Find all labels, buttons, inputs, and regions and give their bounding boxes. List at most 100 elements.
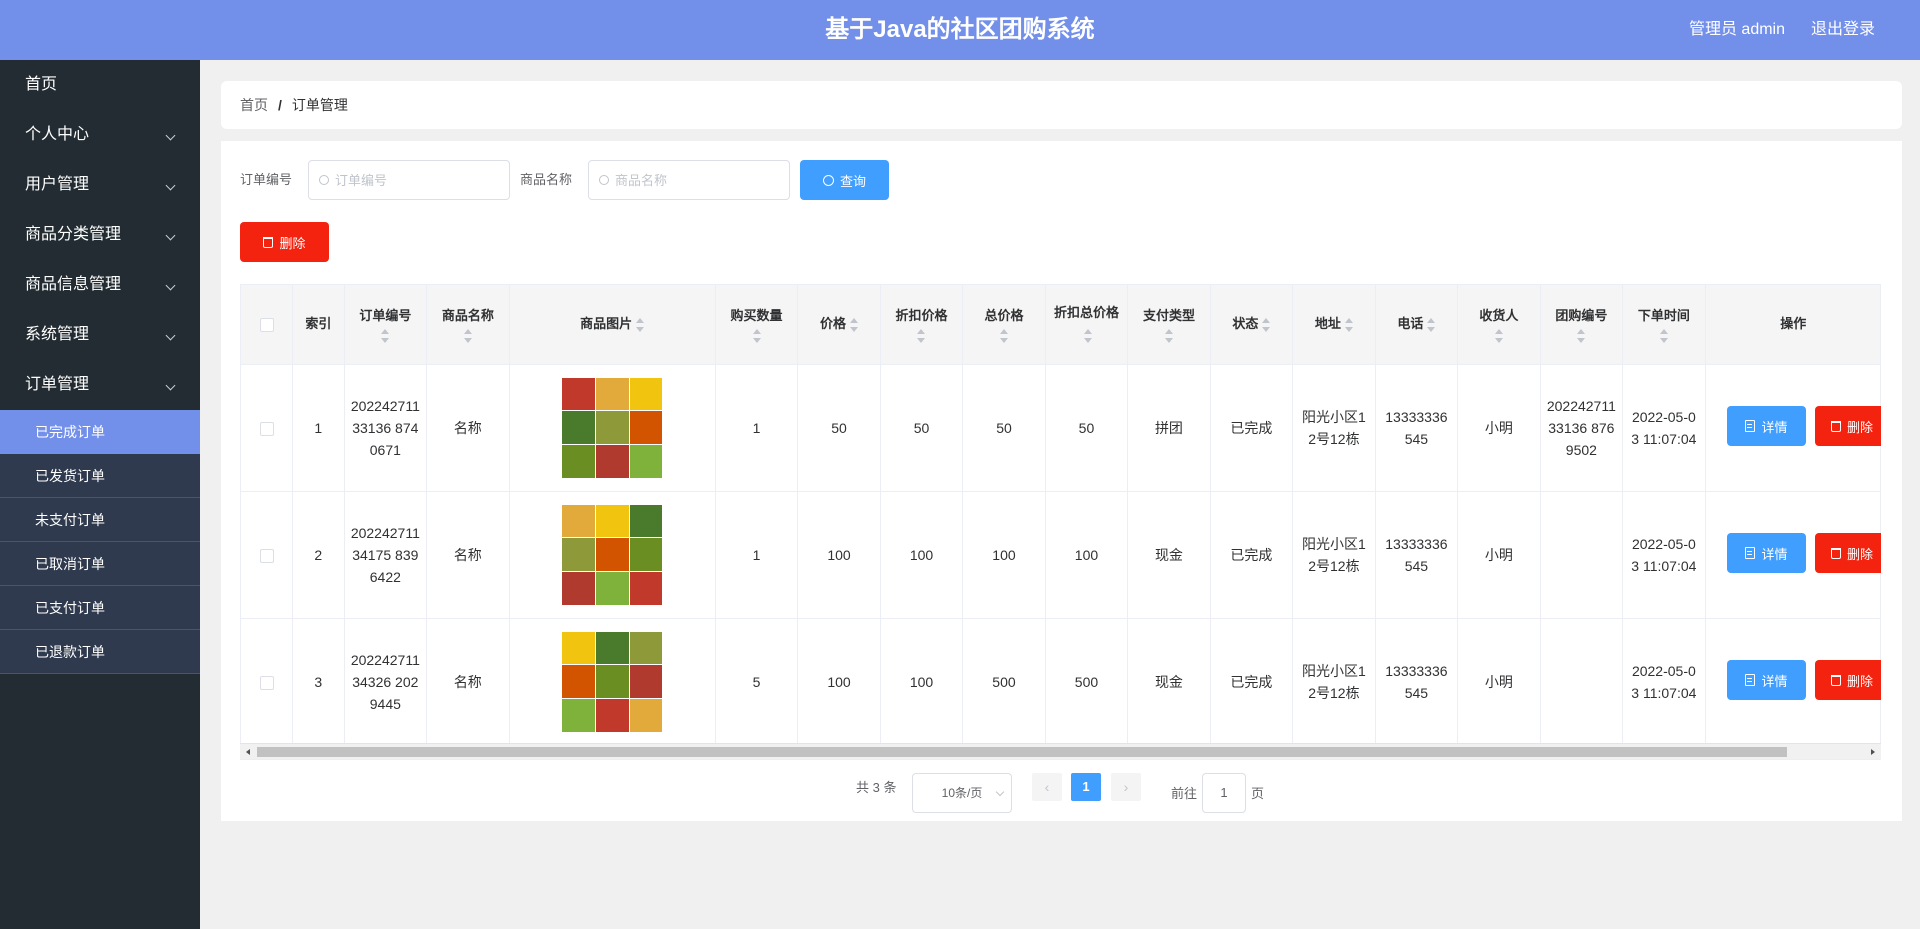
submenu-paid-orders[interactable]: 已支付订单: [0, 586, 200, 630]
scroll-left-icon[interactable]: [246, 749, 250, 755]
product-image-cell: [509, 618, 716, 746]
document-icon: [1745, 420, 1756, 432]
sort-icon: [1659, 329, 1668, 344]
total-cell: 50: [962, 364, 1046, 492]
status-cell: 已完成: [1210, 364, 1294, 492]
order-no-label: 订单编号: [240, 172, 293, 187]
col-discount-price[interactable]: 折扣价格: [880, 285, 964, 365]
pay-type-cell: 现金: [1127, 618, 1211, 746]
address-cell: 阳光小区12号12栋: [1292, 364, 1376, 492]
product-name-cell: 名称: [426, 364, 510, 492]
row-delete-button[interactable]: 删除: [1815, 660, 1881, 700]
detail-button[interactable]: 详情: [1727, 406, 1806, 446]
status-cell: 已完成: [1210, 618, 1294, 746]
col-status[interactable]: 状态: [1210, 285, 1294, 365]
order-no-input[interactable]: [309, 161, 509, 199]
sidebar-item-orders[interactable]: 订单管理: [0, 360, 200, 410]
col-order-time[interactable]: 下单时间: [1622, 285, 1706, 365]
page-number-1[interactable]: 1: [1071, 773, 1101, 801]
discount-total-cell: 100: [1045, 491, 1129, 619]
select-all-checkbox[interactable]: [259, 317, 274, 332]
row-checkbox[interactable]: [259, 675, 274, 690]
batch-delete-button[interactable]: 删除: [240, 222, 329, 262]
col-total[interactable]: 总价格: [962, 285, 1046, 365]
order-no-cell: 20224271134175 8396422: [344, 491, 428, 619]
product-name-input[interactable]: [589, 161, 789, 199]
order-no-field: [308, 160, 510, 200]
sidebar-item-label: 首页: [25, 76, 58, 93]
breadcrumb-home[interactable]: 首页: [240, 97, 268, 113]
trash-icon: [1831, 420, 1841, 432]
logout-link[interactable]: 退出登录: [1811, 0, 1875, 60]
submenu-completed-orders[interactable]: 已完成订单: [0, 410, 200, 454]
table-row: 3 20224271134326 2029445 名称 5 100 100 500 500 现金…: [241, 618, 1880, 746]
chevron-down-icon: [165, 130, 176, 141]
page-size-select[interactable]: 10条/页: [912, 773, 1012, 813]
product-image-cell: [509, 491, 716, 619]
submenu-cancelled-orders[interactable]: 已取消订单: [0, 542, 200, 586]
prev-page-button[interactable]: ‹: [1032, 773, 1062, 801]
row-delete-button[interactable]: 删除: [1815, 533, 1881, 573]
col-address[interactable]: 地址: [1292, 285, 1376, 365]
col-pay-type[interactable]: 支付类型: [1127, 285, 1211, 365]
goto-label: 前往: [1171, 786, 1198, 801]
search-icon: [822, 174, 834, 186]
col-product-name[interactable]: 商品名称: [426, 285, 510, 365]
chevron-down-icon: [165, 280, 176, 291]
receiver-cell: 小明: [1457, 364, 1541, 492]
chevron-down-icon: [995, 787, 1005, 797]
page-suffix-label: 页: [1251, 786, 1265, 801]
col-quantity[interactable]: 购买数量: [715, 285, 799, 365]
scrollbar-thumb[interactable]: [257, 747, 1787, 757]
submenu-refunded-orders[interactable]: 已退款订单: [0, 630, 200, 674]
order-no-cell: 20224271134326 2029445: [344, 618, 428, 746]
next-page-button[interactable]: ›: [1111, 773, 1141, 801]
orders-table: 索引 订单编号 商品名称 商品图片 购买数量 价格 折扣价格 总价格 折扣总价格…: [240, 284, 1881, 760]
address-cell: 阳光小区12号12栋: [1292, 618, 1376, 746]
chevron-down-icon: [165, 330, 176, 341]
col-phone[interactable]: 电话: [1375, 285, 1459, 365]
table-horizontal-scrollbar[interactable]: [240, 743, 1881, 759]
sidebar-item-products[interactable]: 商品信息管理: [0, 260, 200, 310]
sidebar-item-personal[interactable]: 个人中心: [0, 110, 200, 160]
phone-cell: 13333336545: [1375, 491, 1459, 619]
select-all-cell: [241, 285, 294, 365]
sort-icon: [1577, 329, 1586, 344]
detail-button[interactable]: 详情: [1727, 660, 1806, 700]
submenu-shipped-orders[interactable]: 已发货订单: [0, 454, 200, 498]
goto-page-input[interactable]: 1: [1202, 773, 1246, 813]
product-name-field: [588, 160, 790, 200]
breadcrumb-card: 首页 / 订单管理: [221, 81, 1902, 129]
row-delete-button[interactable]: 删除: [1815, 406, 1881, 446]
col-discount-total[interactable]: 折扣总价格: [1045, 285, 1129, 365]
row-checkbox[interactable]: [259, 421, 274, 436]
table-row: 1 20224271133136 8740671 名称 1 50 50 50 50 拼团 已完成阳…: [241, 364, 1880, 492]
col-order-no[interactable]: 订单编号: [344, 285, 428, 365]
col-group-no[interactable]: 团购编号: [1540, 285, 1624, 365]
sidebar-item-home[interactable]: 首页: [0, 60, 200, 110]
chevron-down-icon: [165, 380, 176, 391]
sidebar-item-users[interactable]: 用户管理: [0, 160, 200, 210]
total-cell: 100: [962, 491, 1046, 619]
col-index: 索引: [292, 285, 345, 365]
phone-cell: 13333336545: [1375, 364, 1459, 492]
row-checkbox[interactable]: [259, 548, 274, 563]
submenu-unpaid-orders[interactable]: 未支付订单: [0, 498, 200, 542]
sidebar: 首页 个人中心 用户管理 商品分类管理 商品信息管理 系统管理 订单管理 已完成…: [0, 60, 200, 929]
sidebar-item-system[interactable]: 系统管理: [0, 310, 200, 360]
order-time-cell: 2022-05-03 11:07:04: [1622, 364, 1706, 492]
quantity-cell: 1: [715, 491, 799, 619]
detail-button[interactable]: 详情: [1727, 533, 1806, 573]
query-button[interactable]: 查询: [800, 160, 889, 200]
order-time-cell: 2022-05-03 11:07:04: [1622, 618, 1706, 746]
breadcrumb-current: 订单管理: [291, 97, 348, 113]
col-product-image[interactable]: 商品图片: [509, 285, 716, 365]
sidebar-item-categories[interactable]: 商品分类管理: [0, 210, 200, 260]
scroll-right-icon[interactable]: [1871, 749, 1875, 755]
col-receiver[interactable]: 收货人: [1457, 285, 1541, 365]
product-image: [562, 504, 663, 605]
sort-icon: [999, 329, 1008, 344]
sort-icon: [1344, 317, 1353, 332]
receiver-cell: 小明: [1457, 491, 1541, 619]
col-price[interactable]: 价格: [797, 285, 881, 365]
